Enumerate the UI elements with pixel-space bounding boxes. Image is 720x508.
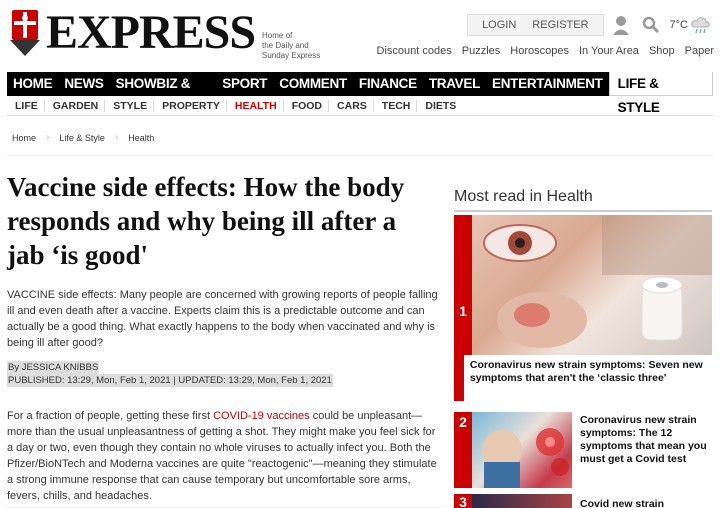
subnav-item-food[interactable]: FOOD bbox=[282, 99, 328, 112]
article-headline: Vaccine side effects: How the body respo… bbox=[7, 172, 405, 270]
body-text-start: For a fraction of people, getting these … bbox=[7, 410, 214, 422]
util-link-puzzles[interactable]: Puzzles bbox=[462, 45, 501, 57]
register-link[interactable]: REGISTER bbox=[532, 19, 588, 31]
body-text-rest: could be unpleasant—more than the usual … bbox=[7, 410, 437, 502]
most-read-item[interactable]: 2 Coronavirus new strain symptoms: The 1… bbox=[454, 412, 712, 488]
header-utilities: LOGIN REGISTER 7°C bbox=[467, 14, 712, 36]
nav-item-sport[interactable]: SPORT bbox=[216, 72, 273, 96]
breadcrumb-home[interactable]: Home bbox=[12, 133, 36, 143]
article-thumbnail[interactable] bbox=[472, 412, 572, 488]
nav-item-comment[interactable]: COMMENT bbox=[273, 72, 353, 96]
sub-nav: LIFE GARDEN STYLE PROPERTY HEALTH FOOD C… bbox=[7, 96, 713, 116]
author-name[interactable]: By JESSICA KNIBBS bbox=[7, 361, 100, 374]
util-link-in-your-area[interactable]: In Your Area bbox=[579, 45, 639, 57]
article-thumbnail[interactable] bbox=[472, 494, 572, 508]
auth-box: LOGIN REGISTER bbox=[467, 14, 604, 36]
nav-item-news[interactable]: NEWS bbox=[58, 72, 109, 96]
breadcrumb: Home › Life & Style › Health bbox=[12, 132, 154, 143]
byline: By JESSICA KNIBBS PUBLISHED: 13:29, Mon,… bbox=[7, 361, 333, 387]
most-read-headline[interactable]: Coronavirus new strain symptoms: The 12 … bbox=[572, 412, 712, 488]
divider bbox=[7, 155, 713, 156]
weather-widget[interactable]: 7°C bbox=[670, 15, 712, 35]
util-link-discount-codes[interactable]: Discount codes bbox=[377, 45, 452, 57]
nav-item-life-style[interactable]: LIFE & STYLE bbox=[608, 72, 713, 115]
main-nav: HOME NEWS SHOWBIZ & TV SPORT COMMENT FIN… bbox=[7, 72, 713, 115]
logo[interactable]: EXPRESS bbox=[6, 6, 256, 59]
divider bbox=[454, 210, 712, 212]
subnav-item-health[interactable]: HEALTH bbox=[225, 99, 283, 112]
nav-item-home[interactable]: HOME bbox=[7, 72, 58, 96]
article-intro: VACCINE side effects: Many people are co… bbox=[7, 289, 438, 349]
login-link[interactable]: LOGIN bbox=[482, 19, 516, 31]
util-link-horoscopes[interactable]: Horoscopes bbox=[510, 45, 569, 57]
rank-number: 3 bbox=[454, 494, 472, 508]
subnav-item-life[interactable]: LIFE bbox=[7, 100, 44, 112]
most-read-headline[interactable]: Coronavirus new strain symptoms: Seven n… bbox=[464, 355, 712, 401]
util-link-shop[interactable]: Shop bbox=[649, 45, 675, 57]
breadcrumb-life-style[interactable]: Life & Style bbox=[59, 133, 105, 143]
subnav-item-tech[interactable]: TECH bbox=[372, 99, 417, 112]
subnav-item-cars[interactable]: CARS bbox=[328, 99, 373, 112]
rank-bar bbox=[454, 355, 464, 401]
most-read-headline[interactable]: Covid new strain bbox=[572, 494, 668, 508]
nav-item-finance[interactable]: FINANCE bbox=[353, 72, 423, 96]
temperature-text: 7°C bbox=[669, 19, 688, 31]
covid-vaccines-link[interactable]: COVID-19 vaccines bbox=[213, 410, 310, 422]
nav-item-showbiz[interactable]: SHOWBIZ & TV bbox=[110, 72, 217, 115]
logo-tagline: Home of the Daily and Sunday Express bbox=[262, 31, 321, 60]
crusader-crest-icon bbox=[6, 8, 44, 58]
chevron-right-icon: › bbox=[46, 132, 50, 143]
utility-links: Discount codes Puzzles Horoscopes In You… bbox=[367, 45, 714, 57]
subnav-item-style[interactable]: STYLE bbox=[104, 99, 153, 112]
article-body: For a fraction of people, getting these … bbox=[7, 408, 443, 504]
nav-item-travel[interactable]: TRAVEL bbox=[423, 72, 486, 96]
subnav-item-garden[interactable]: GARDEN bbox=[43, 99, 105, 112]
breadcrumb-health[interactable]: Health bbox=[128, 133, 154, 143]
logo-wordmark: EXPRESS bbox=[46, 6, 256, 59]
most-read-item[interactable]: 1 Coronavirus new strain symptoms: Seven… bbox=[454, 215, 712, 405]
chevron-right-icon: › bbox=[114, 132, 119, 143]
most-read-item[interactable]: 3 Covid new strain bbox=[454, 494, 712, 508]
rank-number: 1 bbox=[454, 215, 472, 355]
publish-date: PUBLISHED: 13:29, Mon, Feb 1, 2021 | UPD… bbox=[7, 374, 333, 387]
search-icon[interactable] bbox=[642, 16, 660, 34]
nav-item-entertainment[interactable]: ENTERTAINMENT bbox=[486, 72, 609, 96]
article-thumbnail[interactable] bbox=[472, 215, 712, 355]
subnav-item-diets[interactable]: DIETS bbox=[416, 99, 462, 112]
rank-number: 2 bbox=[454, 412, 472, 488]
user-icon[interactable] bbox=[612, 15, 630, 35]
sidebar-title: Most read in Health bbox=[454, 188, 593, 205]
subnav-item-property[interactable]: PROPERTY bbox=[153, 99, 226, 112]
util-link-paper[interactable]: Paper bbox=[685, 45, 714, 57]
rain-cloud-icon bbox=[691, 17, 710, 34]
